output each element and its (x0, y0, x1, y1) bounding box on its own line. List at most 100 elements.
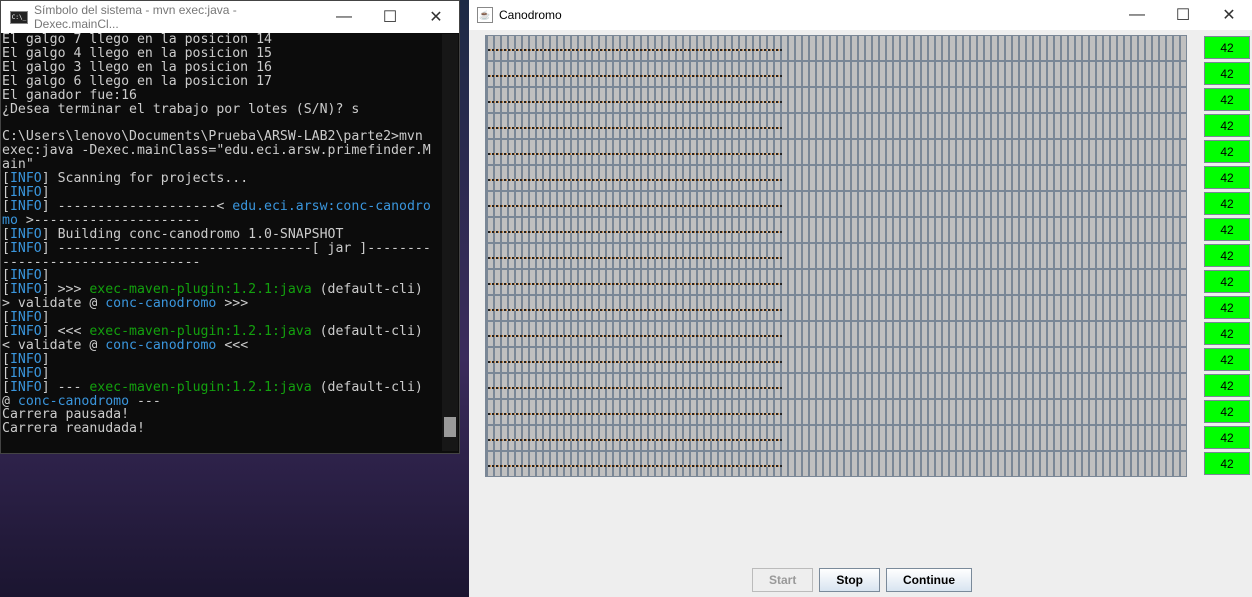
terminal-text: --- (129, 393, 161, 409)
greyhound-progress (488, 75, 782, 77)
terminal-text: INFO (9, 365, 42, 381)
race-lane (485, 61, 1187, 87)
lane-position-label: 42 (1204, 348, 1250, 371)
greyhound-progress (488, 465, 782, 467)
terminal-output[interactable]: El galgo 7 llego en la posicion 14 El gal… (1, 33, 440, 451)
terminal-scrollbar[interactable] (442, 34, 458, 451)
terminal-text: ] --------------------------------[ jar … (41, 240, 431, 256)
terminal-text: edu.eci.arsw:conc-canodro (232, 198, 431, 214)
terminal-text: ] <<< (41, 324, 90, 340)
command-prompt-window[interactable]: C:\_ Símbolo del sistema - mvn exec:java… (0, 0, 460, 454)
race-lane (485, 451, 1187, 477)
lane-position-label: 42 (1204, 140, 1250, 163)
greyhound-progress (488, 205, 782, 207)
greyhound-progress (488, 101, 782, 103)
terminal-line: El galgo 3 llego en la posicion 16 (2, 59, 440, 75)
continue-button[interactable]: Continue (886, 568, 973, 592)
terminal-text: >--------------------- (17, 212, 201, 228)
terminal-line: ain" (2, 158, 440, 172)
terminal-text: ] --- (41, 379, 90, 395)
race-lane (485, 165, 1187, 191)
maximize-button[interactable]: ☐ (1160, 5, 1206, 25)
lane-position-label: 42 (1204, 452, 1250, 475)
minimize-button[interactable]: — (1114, 6, 1160, 24)
race-lane (485, 321, 1187, 347)
terminal-text: El galgo 6 llego en la posicion 17 (2, 73, 272, 89)
terminal-text: [ (2, 198, 10, 214)
greyhound-progress (488, 283, 782, 285)
terminal-text: [ (2, 324, 10, 340)
race-lane (485, 269, 1187, 295)
greyhound-progress (488, 335, 782, 337)
terminal-text: conc-canodromo (105, 337, 217, 353)
race-lane (485, 347, 1187, 373)
terminal-line: C:\Users\lenovo\Documents\Prueba\ARSW-LA… (2, 130, 440, 144)
terminal-text: ] (41, 268, 50, 284)
lane-position-label: 42 (1204, 166, 1250, 189)
terminal-text: INFO (9, 268, 42, 284)
close-button[interactable]: ✕ (1206, 5, 1252, 25)
lane-position-label: 42 (1204, 400, 1250, 423)
stop-button[interactable]: Stop (819, 568, 881, 592)
terminal-title-bar[interactable]: C:\_ Símbolo del sistema - mvn exec:java… (1, 1, 459, 33)
terminal-text: C:\Users\lenovo\Documents\Prueba\ARSW-LA… (2, 129, 423, 145)
terminal-line: [INFO] >>> exec-maven-plugin:1.2.1:java … (2, 283, 440, 297)
terminal-text: [ (2, 282, 10, 298)
race-lane (485, 425, 1187, 451)
terminal-text: [ (2, 268, 10, 284)
race-lane (485, 243, 1187, 269)
terminal-text: ¿Desea terminar el trabajo por lotes (S/… (2, 101, 360, 117)
terminal-text: exec-maven-plugin:1.2.1:java (89, 379, 312, 395)
app-title-bar[interactable]: ☕ Canodromo — ☐ ✕ (469, 0, 1252, 30)
terminal-text: Carrera pausada! (2, 407, 130, 423)
terminal-text: ] Building conc-canodromo 1.0-SNAPSHOT (41, 226, 344, 242)
greyhound-progress (488, 257, 782, 259)
terminal-line: > validate @ conc-canodromo >>> (2, 297, 440, 311)
terminal-text: ------------------------- (2, 254, 201, 270)
terminal-text: [ (2, 184, 10, 200)
terminal-line: mo >--------------------- (2, 212, 440, 228)
terminal-text: INFO (9, 379, 42, 395)
terminal-text: INFO (9, 310, 42, 326)
terminal-text: INFO (9, 184, 42, 200)
terminal-text: ] (41, 351, 50, 367)
greyhound-progress (488, 309, 782, 311)
scrollbar-thumb[interactable] (444, 417, 456, 437)
greyhound-progress (488, 179, 782, 181)
terminal-text: El galgo 4 llego en la posicion 15 (2, 45, 272, 61)
lane-position-label: 42 (1204, 88, 1250, 111)
terminal-text: INFO (9, 240, 42, 256)
terminal-text: INFO (9, 171, 42, 187)
lane-position-label: 42 (1204, 114, 1250, 137)
canodromo-window[interactable]: ☕ Canodromo — ☐ ✕ 42 42 42 42 42 42 42 42 42 42 42… (469, 0, 1252, 597)
greyhound-progress (488, 413, 782, 415)
maximize-button[interactable]: ☐ (367, 7, 413, 27)
lane-position-label: 42 (1204, 296, 1250, 319)
race-lane (485, 87, 1187, 113)
lane-position-label: 42 (1204, 322, 1250, 345)
terminal-text: ] (41, 310, 50, 326)
terminal-line: ¿Desea terminar el trabajo por lotes (S/… (2, 101, 440, 117)
lane-position-label: 42 (1204, 270, 1250, 293)
terminal-text: ] >>> (41, 282, 90, 298)
close-button[interactable]: ✕ (413, 7, 459, 27)
start-button[interactable]: Start (752, 568, 814, 592)
terminal-line: El galgo 4 llego en la posicion 15 (2, 45, 440, 61)
terminal-text: Carrera reanudada! (2, 421, 145, 437)
cmd-icon: C:\_ (10, 10, 28, 24)
terminal-line: [INFO] (2, 365, 440, 381)
minimize-button[interactable]: — (321, 8, 367, 26)
terminal-text: INFO (9, 198, 42, 214)
lane-position-label: 42 (1204, 218, 1250, 241)
terminal-line: [INFO] (2, 351, 440, 367)
greyhound-progress (488, 361, 782, 363)
terminal-text: El galgo 3 llego en la posicion 16 (2, 59, 272, 75)
terminal-line: < validate @ conc-canodromo <<< (2, 337, 440, 353)
terminal-text: >>> (216, 296, 249, 312)
terminal-line: @ conc-canodromo --- (2, 393, 440, 409)
terminal-text: @ (2, 393, 18, 409)
terminal-line: [INFO] (2, 186, 440, 200)
greyhound-progress (488, 127, 782, 129)
terminal-text: ain" (2, 157, 34, 173)
app-title: Canodromo (499, 8, 562, 22)
